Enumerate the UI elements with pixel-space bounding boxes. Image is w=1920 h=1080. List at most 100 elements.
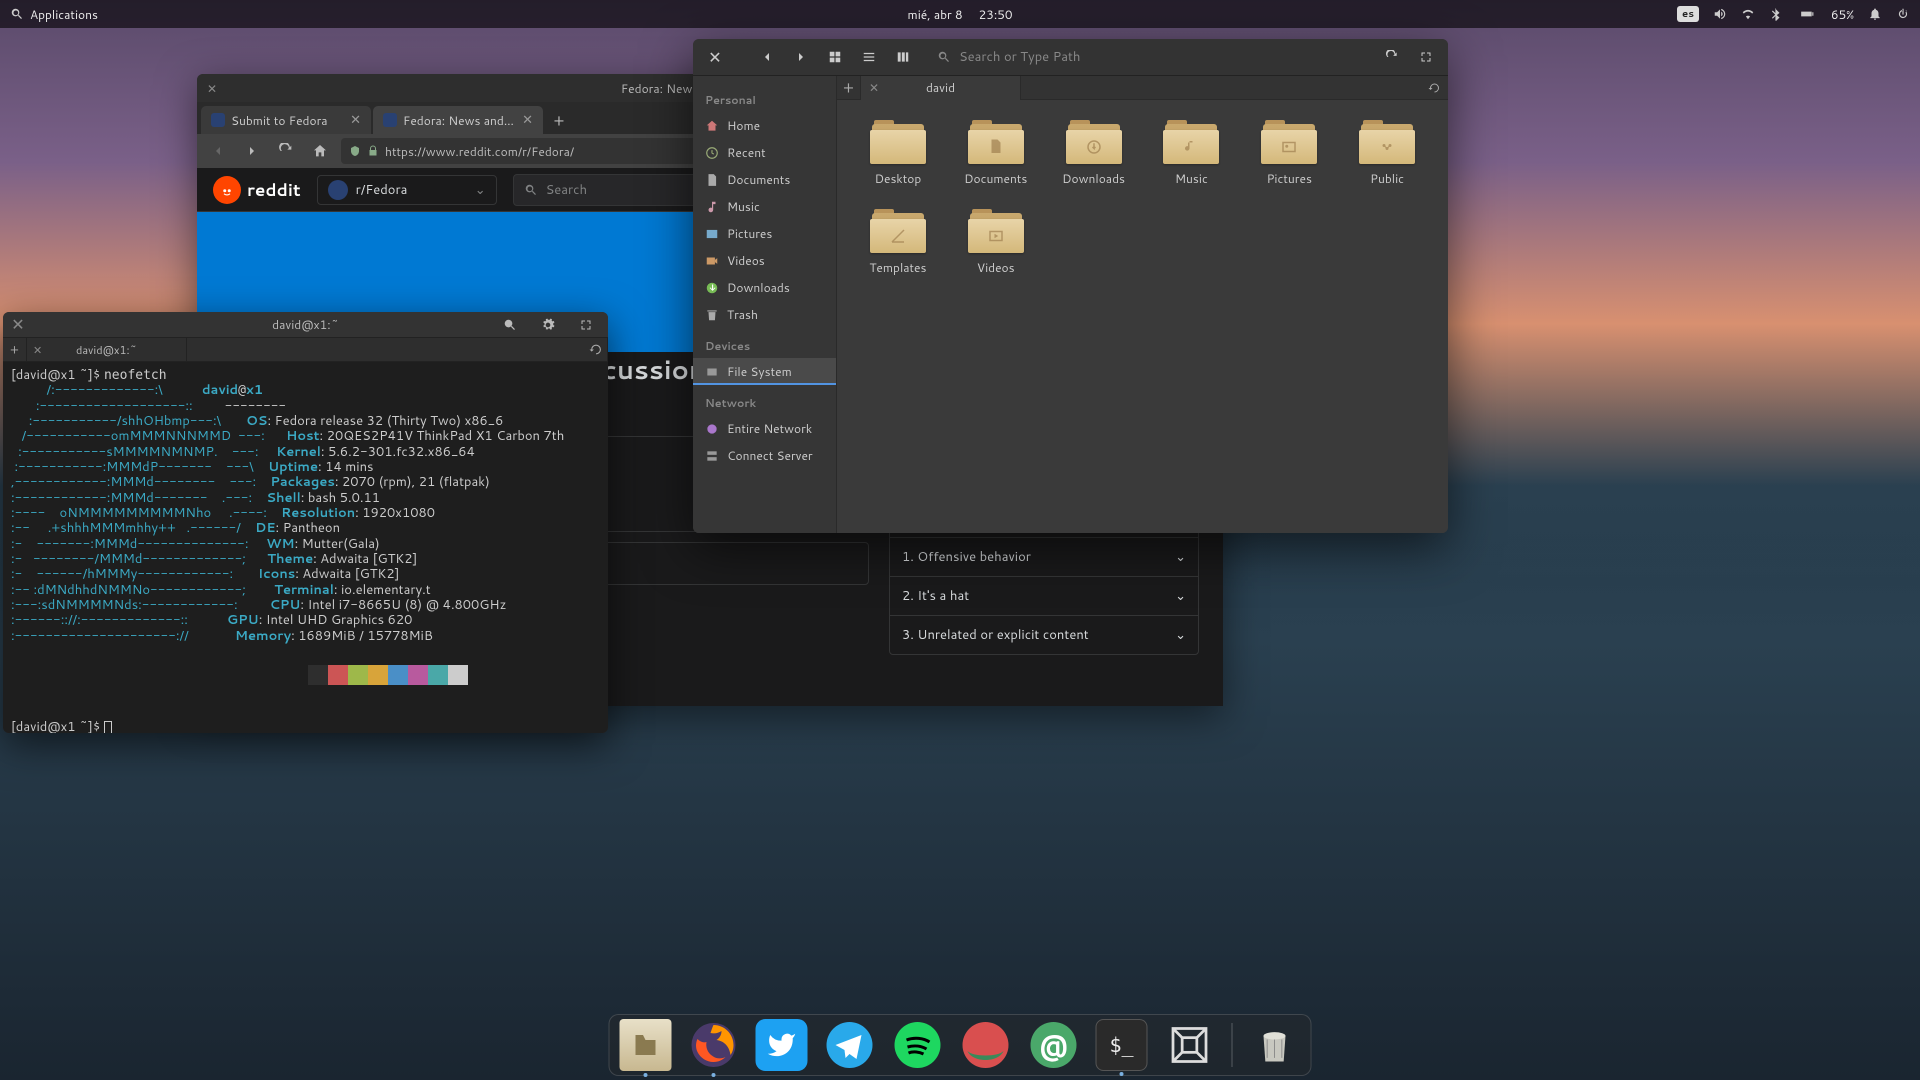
sidebar-item-label: Documents: [727, 171, 790, 188]
new-tab-button[interactable]: +: [3, 338, 27, 362]
rule-item[interactable]: 1. Offensive behavior⌄: [890, 537, 1198, 576]
files-headerbar[interactable]: ✕ Search or Type Path: [693, 39, 1448, 76]
browser-tab[interactable]: Submit to Fedora ✕: [201, 106, 371, 134]
terminal-tab[interactable]: ✕ david@x1:~: [27, 338, 187, 362]
folder-public[interactable]: Public: [1342, 116, 1432, 191]
battery-icon[interactable]: [1797, 7, 1817, 21]
keyboard-layout-indicator[interactable]: es: [1677, 6, 1699, 22]
dock-item-telegram[interactable]: [824, 1019, 876, 1071]
tab-label: Submit to Fedora: [231, 112, 344, 129]
terminal-tabstrip: + ✕ david@x1:~: [3, 338, 608, 362]
sidebar-item-filesystem[interactable]: File System: [693, 358, 836, 385]
history-button[interactable]: [1420, 74, 1448, 102]
sidebar-item-label: Videos: [727, 252, 765, 269]
files-body: Personal Home Recent Documents Music Pic…: [693, 76, 1448, 533]
subreddit-dropdown[interactable]: r/Fedora ⌄: [317, 175, 497, 205]
dock-item-mail[interactable]: @: [1028, 1019, 1080, 1071]
dock-item-firefox[interactable]: [688, 1019, 740, 1071]
folder-music[interactable]: Music: [1147, 116, 1237, 191]
dock-item-spotify[interactable]: [892, 1019, 944, 1071]
sidebar-item-trash[interactable]: Trash: [693, 301, 836, 328]
sidebar-item-label: Home: [727, 117, 760, 134]
clock[interactable]: mié, abr 8 23:50: [908, 6, 1013, 23]
reload-button[interactable]: [273, 138, 299, 164]
files-icon-grid[interactable]: Desktop Documents Downloads Music Pictur…: [837, 100, 1448, 533]
browser-tab[interactable]: Fedora: News and discussion ✕: [373, 106, 543, 134]
back-button[interactable]: [205, 138, 231, 164]
dock-item-boxes[interactable]: [1164, 1019, 1216, 1071]
sidebar-group-devices: Devices: [693, 334, 836, 358]
bluetooth-icon[interactable]: [1769, 7, 1783, 21]
dock-item-trash[interactable]: [1249, 1019, 1301, 1071]
folder-documents[interactable]: Documents: [951, 116, 1041, 191]
dock-item-twitter[interactable]: [756, 1019, 808, 1071]
terminal-output[interactable]: [david@x1 ~]$ neofetch /:-------------:\…: [3, 362, 608, 733]
system-indicators: es 65%: [1677, 6, 1910, 23]
sidebar-item-pictures[interactable]: Pictures: [693, 220, 836, 247]
sidebar-item-videos[interactable]: Videos: [693, 247, 836, 274]
top-panel: Applications mié, abr 8 23:50 es 65%: [0, 0, 1920, 28]
sidebar-item-downloads[interactable]: Downloads: [693, 274, 836, 301]
dock-item-terminal[interactable]: $_: [1096, 1019, 1148, 1071]
settings-button[interactable]: [534, 312, 562, 339]
home-button[interactable]: [307, 138, 333, 164]
tab-close-icon[interactable]: ✕: [27, 342, 48, 358]
rule-item[interactable]: 3. Unrelated or explicit content ⌄: [890, 615, 1198, 654]
back-button[interactable]: [753, 43, 781, 71]
close-icon[interactable]: ✕: [701, 43, 729, 71]
chevron-down-icon: ⌄: [1175, 626, 1186, 644]
folder-label: Videos: [977, 259, 1015, 276]
view-columns-button[interactable]: [889, 43, 917, 71]
new-tab-button[interactable]: +: [545, 106, 573, 134]
applications-label: Applications: [30, 6, 98, 23]
sidebar-item-documents[interactable]: Documents: [693, 166, 836, 193]
battery-percent: 65%: [1831, 6, 1854, 23]
folder-templates[interactable]: Templates: [853, 205, 943, 280]
wifi-icon[interactable]: [1741, 7, 1755, 21]
folder-videos[interactable]: Videos: [951, 205, 1041, 280]
applications-menu[interactable]: Applications: [10, 6, 98, 23]
tab-close-icon[interactable]: ✕: [522, 111, 533, 129]
tab-favicon-icon: [383, 113, 397, 127]
maximize-button[interactable]: [572, 312, 600, 339]
terminal-headerbar[interactable]: ✕ david@x1:~: [3, 312, 608, 338]
rule-item[interactable]: 2. It's a hat⌄: [890, 576, 1198, 615]
forward-button[interactable]: [787, 43, 815, 71]
sidebar-item-recent[interactable]: Recent: [693, 139, 836, 166]
maximize-button[interactable]: [1412, 43, 1440, 71]
folder-label: Downloads: [1062, 170, 1125, 187]
search-icon: [937, 50, 951, 64]
close-icon[interactable]: ✕: [11, 318, 25, 332]
reload-button[interactable]: [1378, 43, 1406, 71]
reddit-logo[interactable]: reddit: [213, 176, 301, 204]
sidebar-item-network[interactable]: Entire Network: [693, 415, 836, 442]
volume-icon[interactable]: [1713, 7, 1727, 21]
folder-label: Templates: [869, 259, 926, 276]
dock-item-appcenter[interactable]: [960, 1019, 1012, 1071]
sidebar-item-connect-server[interactable]: Connect Server: [693, 442, 836, 469]
power-icon[interactable]: [1896, 7, 1910, 21]
folder-icon: [1261, 120, 1317, 164]
files-tab[interactable]: ✕ david: [861, 76, 1021, 100]
search-placeholder: Search: [546, 181, 587, 199]
history-button[interactable]: [584, 338, 608, 362]
forward-button[interactable]: [239, 138, 265, 164]
tab-close-icon[interactable]: ✕: [869, 79, 879, 96]
folder-pictures[interactable]: Pictures: [1244, 116, 1334, 191]
sidebar-item-label: File System: [727, 363, 792, 380]
sidebar-item-home[interactable]: Home: [693, 112, 836, 139]
folder-desktop[interactable]: Desktop: [853, 116, 943, 191]
view-grid-button[interactable]: [821, 43, 849, 71]
rule-label: 3. Unrelated or explicit content: [902, 626, 1089, 644]
folder-downloads[interactable]: Downloads: [1049, 116, 1139, 191]
view-list-button[interactable]: [855, 43, 883, 71]
notifications-icon[interactable]: [1868, 7, 1882, 21]
sidebar-item-music[interactable]: Music: [693, 193, 836, 220]
dock-item-files[interactable]: [620, 1019, 672, 1071]
tab-close-icon[interactable]: ✕: [350, 111, 361, 129]
find-button[interactable]: [496, 312, 524, 339]
new-tab-button[interactable]: +: [837, 76, 861, 100]
path-search[interactable]: Search or Type Path: [931, 48, 1372, 66]
search-icon: [524, 183, 538, 197]
close-icon[interactable]: ✕: [205, 81, 219, 95]
